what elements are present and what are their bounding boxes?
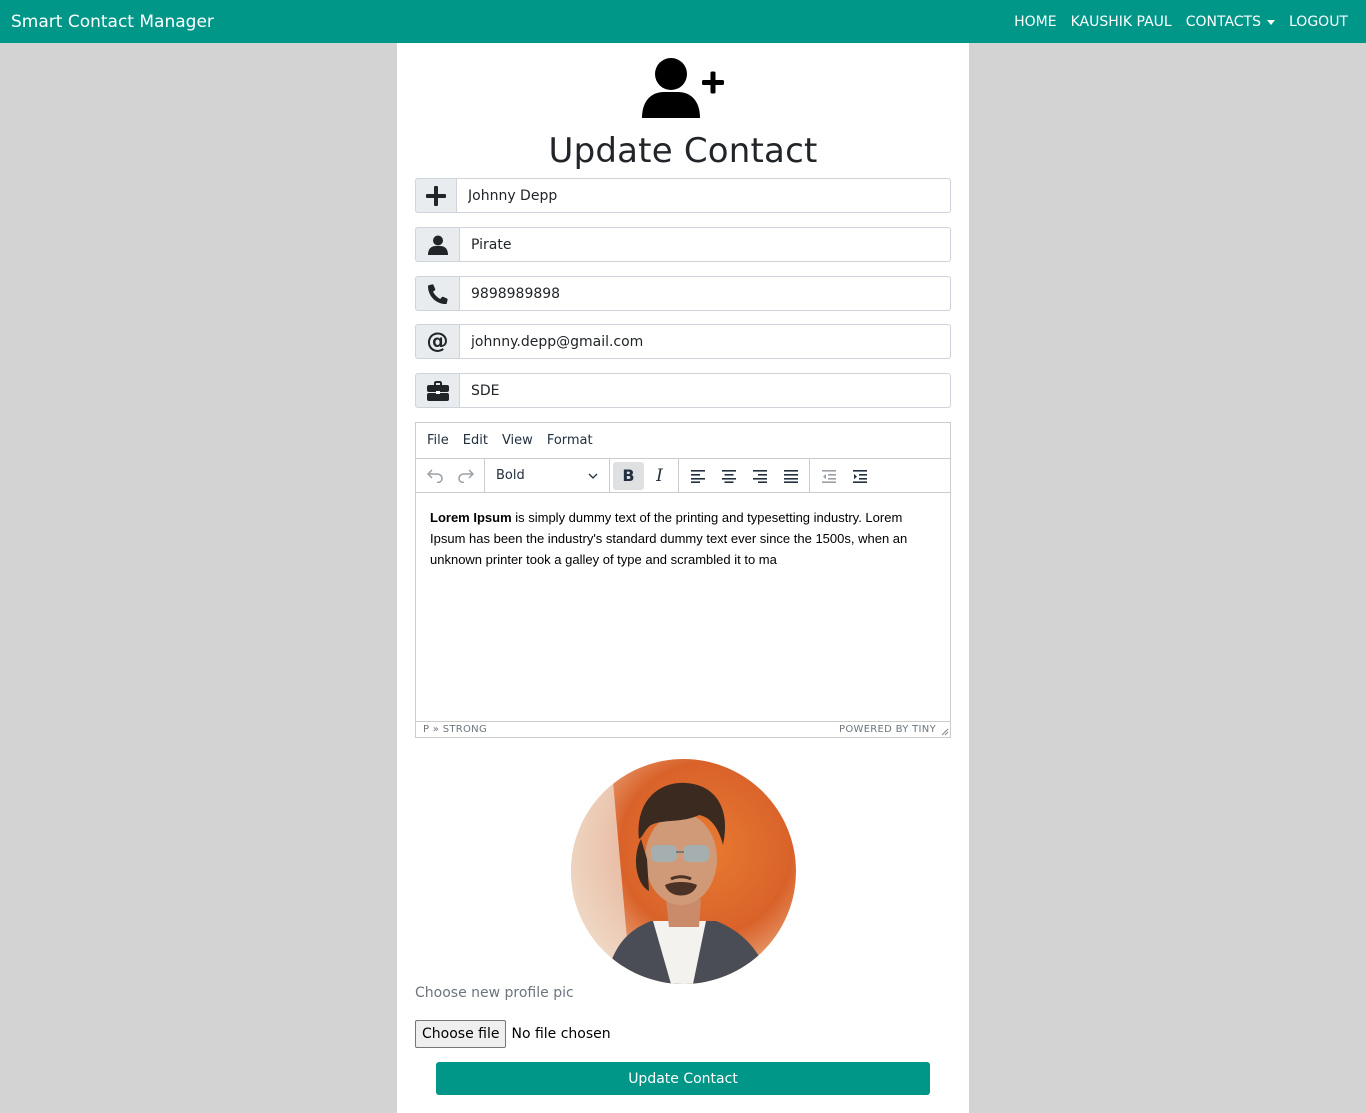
menu-format[interactable]: Format (540, 433, 600, 448)
nickname-input-group (415, 227, 951, 262)
page-title: Update Contact (548, 131, 818, 171)
profile-photo (571, 759, 796, 984)
update-contact-card: Update Contact @ File Edit Vi (397, 43, 969, 1113)
content-bold-text: Lorem Ipsum (430, 510, 512, 525)
top-navbar: Smart Contact Manager HOME KAUSHIK PAUL … (0, 0, 1366, 43)
caret-down-icon (1267, 19, 1275, 25)
name-field[interactable] (457, 178, 951, 213)
align-right-icon[interactable] (744, 462, 775, 490)
editor-content[interactable]: Lorem Ipsum is simply dummy text of the … (416, 493, 950, 721)
history-group (416, 458, 485, 493)
block-format-value: Bold (496, 468, 525, 483)
element-path[interactable]: P » STRONG (423, 724, 487, 735)
menu-file[interactable]: File (420, 433, 456, 448)
plus-icon (415, 178, 457, 213)
italic-icon[interactable]: I (644, 462, 675, 490)
menu-edit[interactable]: Edit (456, 433, 495, 448)
name-input-group (415, 178, 951, 213)
work-field[interactable] (460, 373, 951, 408)
update-contact-button[interactable]: Update Contact (436, 1062, 930, 1095)
choose-file-button[interactable]: Choose file (415, 1020, 507, 1048)
nav-home-link[interactable]: HOME (1007, 14, 1063, 30)
chevron-down-icon (588, 473, 598, 479)
align-left-icon[interactable] (682, 462, 713, 490)
nickname-field[interactable] (460, 227, 951, 262)
file-input: Choose file No file chosen (415, 1020, 611, 1048)
resize-handle-icon[interactable] (941, 728, 949, 736)
nav-logout-link[interactable]: LOGOUT (1282, 14, 1355, 30)
rich-text-editor: File Edit View Format Bold B I Lorem Ips… (415, 422, 951, 738)
indent-group (810, 459, 878, 493)
phone-input-group (415, 276, 951, 311)
phone-icon (415, 276, 460, 311)
align-center-icon[interactable] (713, 462, 744, 490)
user-icon (415, 227, 460, 262)
brand-link[interactable]: Smart Contact Manager (11, 12, 214, 32)
redo-icon[interactable] (450, 462, 481, 490)
nav-links: HOME KAUSHIK PAUL CONTACTS LOGOUT (1007, 14, 1355, 30)
editor-toolbar: Bold B I (416, 458, 950, 493)
work-input-group (415, 373, 951, 408)
nav-user-link[interactable]: KAUSHIK PAUL (1064, 14, 1179, 30)
briefcase-icon (415, 373, 460, 408)
file-status: No file chosen (511, 1026, 611, 1042)
outdent-icon[interactable] (813, 462, 844, 490)
align-justify-icon[interactable] (775, 462, 806, 490)
user-plus-icon (642, 58, 724, 118)
editor-menubar: File Edit View Format (416, 423, 950, 459)
editor-statusbar: P » STRONG POWERED BY TINY (416, 721, 950, 737)
indent-icon[interactable] (844, 462, 875, 490)
undo-icon[interactable] (419, 462, 450, 490)
phone-field[interactable] (460, 276, 951, 311)
email-field[interactable] (460, 324, 951, 359)
nav-contacts-dropdown[interactable]: CONTACTS (1179, 14, 1282, 30)
block-format-select[interactable]: Bold (488, 462, 606, 490)
text-style-group: B I (610, 458, 679, 493)
block-format-group: Bold (485, 458, 610, 493)
email-input-group: @ (415, 324, 951, 359)
at-sign-icon: @ (415, 324, 460, 359)
nav-contacts-label: CONTACTS (1185, 13, 1261, 30)
menu-view[interactable]: View (495, 433, 540, 448)
alignment-group (679, 458, 810, 493)
powered-by-link[interactable]: POWERED BY TINY (839, 724, 936, 735)
bold-icon[interactable]: B (613, 461, 644, 490)
profile-pic-label: Choose new profile pic (415, 985, 574, 1001)
